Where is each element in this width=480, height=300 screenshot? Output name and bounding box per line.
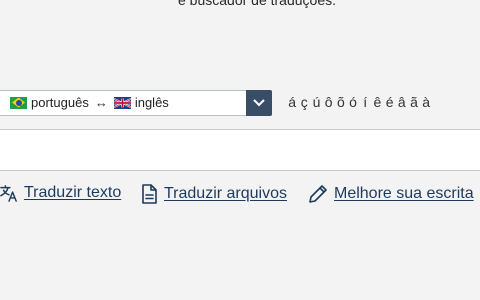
search-field-container	[0, 129, 480, 171]
search-input[interactable]	[0, 130, 480, 170]
uk-flag-icon	[113, 96, 131, 109]
tagline: e buscador de traduções.	[178, 0, 336, 8]
accent-key[interactable]: ó	[347, 94, 359, 110]
accent-key[interactable]: ú	[310, 94, 322, 110]
accent-key[interactable]: í	[359, 94, 371, 110]
pencil-icon	[309, 185, 327, 203]
accent-key[interactable]: á	[286, 94, 298, 110]
translate-files-label: Traduzir arquivos	[164, 185, 288, 202]
source-language: português	[31, 95, 89, 110]
improve-writing-label: Melhore sua escrita	[334, 185, 474, 202]
accent-key[interactable]: â	[396, 94, 408, 110]
dropdown-toggle-button[interactable]	[246, 90, 272, 116]
accent-key[interactable]: ç	[298, 94, 310, 110]
accent-key[interactable]: ê	[371, 94, 383, 110]
translate-text-label: Traduzir texto	[24, 184, 122, 201]
translate-icon	[0, 185, 17, 202]
chevron-down-icon	[253, 99, 265, 107]
accent-key[interactable]: ô	[323, 94, 335, 110]
accent-key[interactable]: é	[384, 94, 396, 110]
language-pair-label: português ↔ inglês	[10, 95, 169, 110]
language-pair-select[interactable]: português ↔ inglês	[0, 90, 272, 116]
accent-key[interactable]: ã	[408, 94, 420, 110]
translate-files-link[interactable]: Traduzir arquivos	[140, 184, 287, 204]
document-icon	[142, 184, 157, 204]
accent-keyboard: á ç ú ô õ ó í ê é â ã à	[286, 94, 432, 110]
translate-text-link[interactable]: Traduzir texto	[0, 184, 121, 202]
accent-key[interactable]: õ	[335, 94, 347, 110]
feature-links: Traduzir texto Traduzir arquivos Melhore…	[0, 184, 480, 208]
target-language: inglês	[134, 95, 169, 110]
brazil-flag-icon	[10, 96, 27, 109]
improve-writing-link[interactable]: Melhore sua escrita	[308, 184, 474, 204]
accent-key[interactable]: à	[420, 94, 432, 110]
swap-arrow-icon: ↔	[94, 95, 108, 110]
